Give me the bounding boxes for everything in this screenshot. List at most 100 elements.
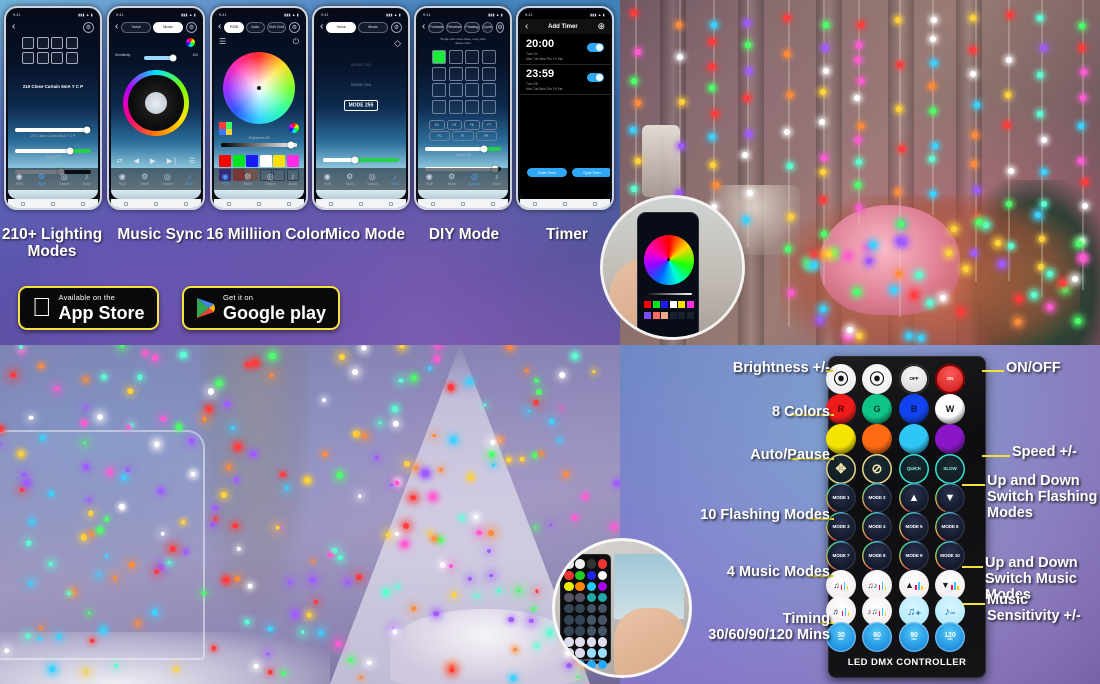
diy-cell[interactable] bbox=[448, 99, 463, 114]
transport-shuffle[interactable]: ⇄ bbox=[117, 157, 123, 165]
favorite-swatch[interactable] bbox=[219, 122, 232, 135]
timer-120-button[interactable]: 120 MIN bbox=[935, 622, 965, 652]
color-button-R[interactable]: R bbox=[826, 394, 856, 424]
timer-row[interactable]: 23:59 Turn Off Mon Tue Wed Thu Fri Sat bbox=[520, 66, 610, 95]
slider[interactable] bbox=[15, 147, 91, 155]
tabbar-item-rgb[interactable]: ◉ RGB bbox=[111, 172, 134, 186]
color-swatch[interactable] bbox=[246, 155, 259, 167]
app-store-badge[interactable]:  Available on the App Store bbox=[18, 286, 159, 330]
mode-icon[interactable] bbox=[22, 51, 34, 64]
color-button-f5e400[interactable] bbox=[826, 424, 856, 454]
transport-previous[interactable]: ◀ bbox=[134, 157, 139, 165]
diy-cell[interactable] bbox=[432, 66, 446, 81]
mode-icon[interactable] bbox=[65, 37, 78, 49]
mode-icon[interactable] bbox=[22, 37, 34, 49]
vinyl-record[interactable] bbox=[123, 70, 189, 136]
mode-down-button[interactable]: ▼ bbox=[935, 483, 965, 513]
gear-icon[interactable]: ⚙ bbox=[496, 21, 504, 33]
mode-4-button[interactable]: MODE 4 bbox=[862, 512, 892, 542]
segment-tab[interactable]: Auto bbox=[245, 21, 265, 33]
back-icon[interactable]: ‹ bbox=[525, 21, 528, 32]
fn-key[interactable]: FL bbox=[452, 131, 474, 141]
add-timer-icon[interactable]: ⊕ bbox=[597, 21, 605, 32]
back-icon[interactable]: ‹ bbox=[12, 22, 15, 32]
diamond-icon[interactable]: ◇ bbox=[394, 38, 401, 49]
tabbar-item-rgb[interactable]: ◉ RGB bbox=[214, 172, 237, 186]
swatch-row[interactable] bbox=[219, 155, 299, 167]
color-swatch[interactable] bbox=[219, 155, 232, 167]
segment-tab[interactable]: Voice bbox=[121, 21, 152, 33]
color-swatch[interactable] bbox=[259, 155, 272, 167]
timer-button[interactable]: Order Timer bbox=[527, 168, 567, 177]
power-off-button[interactable]: OFF bbox=[899, 364, 929, 394]
mode-3-button[interactable]: MODE 3 bbox=[826, 512, 856, 542]
tabbar-item-custom[interactable]: ◎ Custom bbox=[156, 172, 179, 186]
fn-key[interactable]: FC bbox=[429, 131, 451, 141]
mode-9-button[interactable]: MODE 9 bbox=[899, 541, 929, 571]
tabbar-item-mode[interactable]: ⚙ Mode bbox=[339, 172, 362, 186]
brightness-slider[interactable] bbox=[221, 141, 297, 149]
diy-cell[interactable] bbox=[481, 66, 496, 81]
app-tabbar[interactable]: ◉ RGB ⚙ Mode ◎ Custom ♪ Music bbox=[214, 168, 304, 190]
app-tabbar[interactable]: ◉ RGB ⚙ Mode ◎ Custom ♪ Music bbox=[316, 168, 406, 190]
fn-key[interactable]: F7 bbox=[481, 120, 497, 130]
transport-play[interactable]: ▶ bbox=[150, 157, 155, 165]
mode-icon-grid[interactable] bbox=[22, 37, 78, 64]
mode-icon[interactable] bbox=[36, 37, 49, 49]
color-swatch[interactable] bbox=[286, 155, 299, 167]
tabbar-item-mode[interactable]: ⚙ Mode bbox=[134, 172, 157, 186]
google-play-badge[interactable]: Get it on Google play bbox=[182, 286, 341, 330]
fn-key[interactable]: E4 bbox=[429, 120, 445, 130]
color-swatch[interactable] bbox=[273, 155, 286, 167]
fn-key-row[interactable]: FC FL FR bbox=[429, 131, 497, 141]
mode-8-button[interactable]: MODE 8 bbox=[862, 541, 892, 571]
led-dmx-remote[interactable]: ⦿ ⦿ OFF ON R G B W ✥ ⊘ QUICK SLOW MODE 1 MODE 2 ▲ ▼ MODE… bbox=[826, 356, 986, 678]
diy-cell[interactable] bbox=[481, 99, 496, 114]
color-button-W[interactable]: W bbox=[935, 394, 965, 424]
timer-60-button[interactable]: 60 MIN bbox=[862, 622, 892, 652]
mode-list-item[interactable]: MODE 254 bbox=[316, 82, 406, 87]
timer-30-button[interactable]: 30 MIN bbox=[826, 622, 856, 652]
mode-icon[interactable] bbox=[65, 51, 78, 64]
diy-cell[interactable] bbox=[432, 50, 446, 64]
back-icon[interactable]: ‹ bbox=[422, 22, 425, 32]
segment-tab[interactable]: RGB bbox=[224, 21, 244, 33]
tabbar-item-mode[interactable]: ⚙ Mode bbox=[237, 172, 260, 186]
segment-tab[interactable]: Cycle bbox=[481, 21, 494, 33]
diy-cell[interactable] bbox=[481, 50, 496, 64]
diy-cell[interactable] bbox=[465, 99, 479, 114]
tabbar-item-mode[interactable]: ⚙ Mode bbox=[441, 172, 464, 186]
color-wheel-icon[interactable] bbox=[186, 38, 195, 47]
gear-icon[interactable]: ⚙ bbox=[391, 21, 402, 33]
mode-list-item[interactable]: MODE 253 bbox=[316, 62, 406, 67]
app-tabbar[interactable]: ◉ RGB ⚙ Mode ◎ Custom ♪ Music bbox=[8, 168, 98, 190]
diy-cell[interactable] bbox=[465, 66, 479, 81]
diy-cell[interactable] bbox=[481, 83, 496, 97]
diy-grid[interactable] bbox=[432, 50, 496, 114]
sensitivity-slider[interactable] bbox=[144, 54, 177, 62]
mode-7-button[interactable]: MODE 7 bbox=[826, 541, 856, 571]
fn-key-row[interactable]: E4 F5 F6 F7 bbox=[429, 120, 497, 130]
color-button-ff6a12[interactable] bbox=[862, 424, 892, 454]
tabbar-item-rgb[interactable]: ◉ RGB bbox=[418, 172, 441, 186]
mode-icon[interactable] bbox=[36, 51, 49, 64]
mode-2-button[interactable]: MODE 2 bbox=[862, 483, 892, 513]
segment-tab[interactable]: Music bbox=[153, 21, 183, 33]
timer-button[interactable]: Cycle Timer bbox=[572, 168, 610, 177]
segment-control[interactable]: RGB Auto Soft Grid bbox=[224, 21, 286, 33]
diy-cell[interactable] bbox=[432, 83, 446, 97]
mode-icon[interactable] bbox=[51, 51, 63, 64]
segment-tab[interactable]: Reverse bbox=[446, 21, 463, 33]
back-icon[interactable]: ‹ bbox=[218, 22, 221, 32]
segment-control[interactable]: Voice Music bbox=[121, 21, 183, 33]
color-wheel[interactable] bbox=[223, 52, 295, 124]
power-icon[interactable]: ⏻ bbox=[293, 38, 299, 46]
diy-cell[interactable] bbox=[448, 66, 463, 81]
timer-row[interactable]: 20:00 Turn On Mon Tue Wed Thu Fri Sat bbox=[520, 36, 610, 65]
sensitivity-slider[interactable] bbox=[323, 156, 399, 164]
transport-list[interactable]: ☰ bbox=[189, 157, 195, 165]
color-button-2ec7f5[interactable] bbox=[899, 424, 929, 454]
tabbar-item-custom[interactable]: ◎ Custom bbox=[53, 172, 76, 186]
tabbar-item-mode[interactable]: ⚙ Mode bbox=[31, 172, 54, 186]
tabbar-item-music[interactable]: ♪ Music bbox=[282, 172, 305, 186]
